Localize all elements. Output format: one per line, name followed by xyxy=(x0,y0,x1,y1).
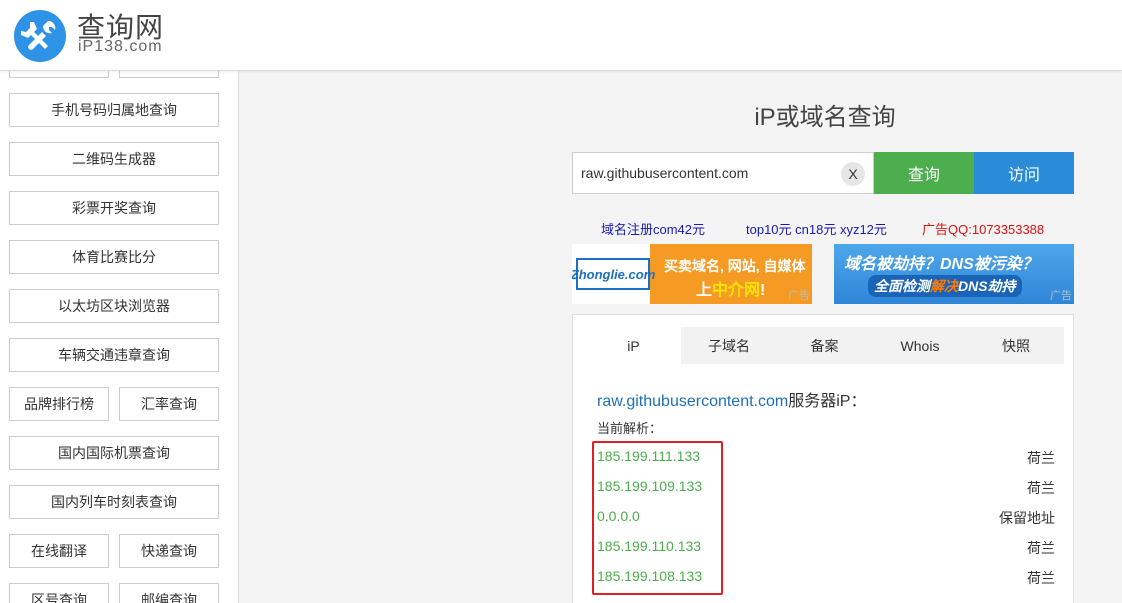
record-location: 荷兰 xyxy=(1027,450,1055,466)
tab-icp[interactable]: 备案 xyxy=(777,327,872,364)
sidebar-item-ethereum-explorer[interactable]: 以太坊区块浏览器 xyxy=(9,289,219,323)
ad-banner-dns[interactable]: 域名被劫持？DNS被污染？ 全面检测解决DNS劫持 广告 xyxy=(834,244,1074,304)
sidebar-item-traffic-violation[interactable]: 车辆交通违章查询 xyxy=(9,338,219,372)
banner-headline: 买卖域名, 网站, 自媒体 xyxy=(664,258,806,274)
banner-subline-pre: 上 xyxy=(696,282,713,299)
record-location: 保留地址 xyxy=(999,510,1055,526)
record-ip[interactable]: 185.199.108.133 xyxy=(597,568,702,584)
ad-tag: 广告 xyxy=(1050,290,1072,302)
banner-subline-pre: 全面检测 xyxy=(874,278,930,294)
domain-search-input[interactable] xyxy=(573,153,838,193)
tab-whois[interactable]: Whois xyxy=(872,327,968,364)
sidebar: 手机号码归属地查询 二维码生成器 彩票开奖查询 体育比赛比分 以太坊区块浏览器 … xyxy=(0,71,239,603)
result-title: raw.githubusercontent.com服务器iP： xyxy=(597,387,866,411)
banner-subline-highlight: 解决 xyxy=(930,278,958,294)
record-location: 荷兰 xyxy=(1027,540,1055,556)
sidebar-item-flight-tickets[interactable]: 国内国际机票查询 xyxy=(9,436,219,470)
sidebar-item-translate[interactable]: 在线翻译 xyxy=(9,534,109,568)
sidebar-item[interactable] xyxy=(9,71,109,78)
banner-subline-post: ! xyxy=(760,282,766,299)
search-box: X xyxy=(572,152,874,194)
record-ip[interactable]: 0.0.0.0 xyxy=(597,508,640,524)
ad-tag: 广告 xyxy=(788,290,810,302)
logo-subtitle: iP138.com xyxy=(78,38,163,55)
zhonglie-logo: Zhonglie.com xyxy=(572,258,655,290)
sidebar-item[interactable] xyxy=(119,71,219,78)
record-ip[interactable]: 185.199.109.133 xyxy=(597,478,702,494)
record-ip[interactable]: 185.199.111.133 xyxy=(597,448,700,464)
banner-headline: 域名被劫持？DNS被污染？ xyxy=(844,256,1038,273)
sidebar-item-exchange-rate[interactable]: 汇率查询 xyxy=(119,387,219,421)
tab-ip[interactable]: iP xyxy=(586,327,681,364)
sidebar-item-lottery[interactable]: 彩票开奖查询 xyxy=(9,191,219,225)
sidebar-item-sports-score[interactable]: 体育比赛比分 xyxy=(9,240,219,274)
tab-subdomain[interactable]: 子域名 xyxy=(681,327,777,364)
ad-link-qq[interactable]: 广告QQ:1073353388 xyxy=(922,219,1044,238)
clear-input-button[interactable]: X xyxy=(841,162,865,186)
visit-button[interactable]: 访问 xyxy=(974,152,1074,194)
record-location: 荷兰 xyxy=(1027,480,1055,496)
sidebar-item-qrcode[interactable]: 二维码生成器 xyxy=(9,142,219,176)
result-panel: iP 子域名 备案 Whois 快照 raw.githubusercontent… xyxy=(572,314,1074,603)
sidebar-item-area-code[interactable]: 区号查询 xyxy=(9,583,109,603)
result-domain[interactable]: raw.githubusercontent.com xyxy=(597,393,788,410)
ad-link-domain-register[interactable]: 域名注册com42元 xyxy=(601,219,705,238)
sidebar-item-express[interactable]: 快递查询 xyxy=(119,534,219,568)
site-header: 查询网 iP138.com xyxy=(0,0,1122,71)
record-location: 荷兰 xyxy=(1027,570,1055,586)
page-title: iP或域名查询 xyxy=(754,104,896,131)
sidebar-item-phone-location[interactable]: 手机号码归属地查询 xyxy=(9,93,219,127)
sidebar-item-train-schedule[interactable]: 国内列车时刻表查询 xyxy=(9,485,219,519)
record-ip[interactable]: 185.199.110.133 xyxy=(597,538,701,554)
sidebar-item-postcode[interactable]: 邮编查询 xyxy=(119,583,219,603)
tab-snapshot[interactable]: 快照 xyxy=(968,327,1064,364)
banner-subline-post: DNS劫持 xyxy=(958,278,1016,294)
query-button[interactable]: 查询 xyxy=(874,152,974,194)
result-title-suffix: 服务器iP： xyxy=(788,393,867,410)
current-resolution-label: 当前解析： xyxy=(597,421,663,436)
ad-banner-zhonglie[interactable]: Zhonglie.com 买卖域名, 网站, 自媒体 上中介网! 广告 xyxy=(572,244,812,304)
ad-link-domain-prices[interactable]: top10元 cn18元 xyz12元 xyxy=(746,219,887,238)
tools-logo-icon[interactable] xyxy=(14,10,66,62)
banner-subline: 全面检测解决DNS劫持 xyxy=(868,275,1022,297)
result-tabs: iP 子域名 备案 Whois 快照 xyxy=(586,327,1064,364)
sidebar-item-brand-ranking[interactable]: 品牌排行榜 xyxy=(9,387,109,421)
banner-subline-highlight: 中介网 xyxy=(712,282,761,299)
banner-subline: 上中介网! xyxy=(696,276,765,300)
